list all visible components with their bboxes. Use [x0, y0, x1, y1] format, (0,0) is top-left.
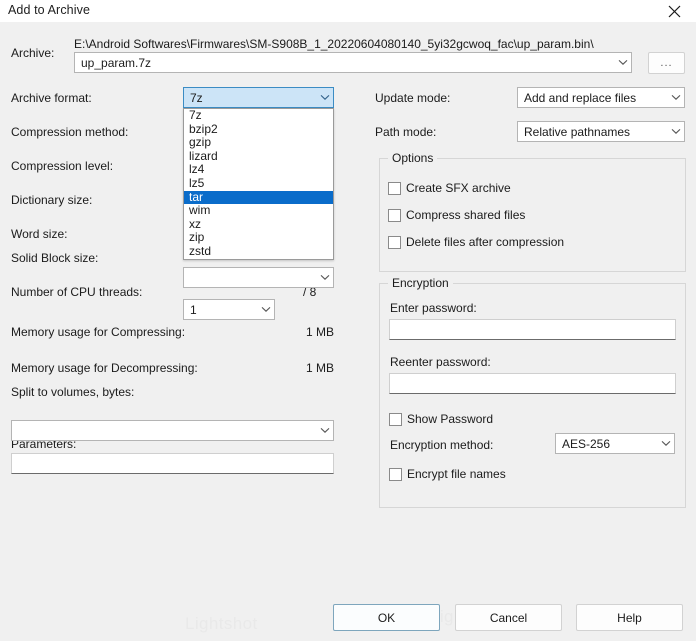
- solid-block-size-label: Solid Block size:: [11, 251, 99, 265]
- path-mode-combobox[interactable]: Relative pathnames: [517, 121, 685, 142]
- add-to-archive-dialog: Add to Archive Lightshot Lightshot Archi…: [0, 0, 696, 641]
- memory-compress-label: Memory usage for Compressing:: [11, 325, 186, 339]
- compression-method-label: Compression method:: [11, 125, 129, 139]
- dropdown-option-lz5[interactable]: lz5: [184, 176, 333, 191]
- update-mode-value: Add and replace files: [524, 90, 637, 105]
- update-mode-label: Update mode:: [375, 91, 451, 105]
- checkbox-box-icon: [388, 181, 401, 195]
- memory-decompress-value: 1 MB: [306, 361, 335, 375]
- ok-button[interactable]: OK: [333, 604, 440, 631]
- solid-block-size-combobox[interactable]: [183, 267, 334, 288]
- split-volumes-label: Split to volumes, bytes:: [11, 385, 135, 399]
- archive-format-combobox[interactable]: 7z: [183, 87, 334, 108]
- reenter-password-input[interactable]: [389, 373, 676, 394]
- dropdown-option-zstd[interactable]: zstd: [184, 244, 333, 259]
- memory-decompress-label: Memory usage for Decompressing:: [11, 361, 198, 375]
- encryption-method-combobox[interactable]: AES-256: [555, 433, 675, 454]
- checkbox-create-sfx-archive[interactable]: Create SFX archive: [388, 181, 511, 195]
- dropdown-option-gzip[interactable]: gzip: [184, 136, 333, 150]
- memory-compress-value: 1 MB: [306, 325, 335, 339]
- chevron-down-icon: [316, 94, 333, 101]
- watermark-secondary: Lightshot: [185, 614, 258, 633]
- checkbox-label: Create SFX archive: [406, 181, 511, 195]
- encryption-method-label: Encryption method:: [390, 438, 494, 452]
- checkbox-label: Show Password: [407, 412, 494, 426]
- browse-button[interactable]: ...: [648, 52, 685, 74]
- dropdown-option-bzip2[interactable]: bzip2: [184, 122, 333, 137]
- cpu-threads-value: 1: [190, 302, 197, 317]
- close-button[interactable]: [652, 0, 696, 22]
- dropdown-option-lz4[interactable]: lz4: [184, 163, 333, 177]
- options-group-title: Options: [388, 151, 438, 165]
- title-bar: Add to Archive: [0, 0, 696, 22]
- checkbox-compress-shared-files[interactable]: Compress shared files: [388, 208, 525, 222]
- dictionary-size-label: Dictionary size:: [11, 193, 93, 207]
- checkbox-box-icon: [389, 467, 402, 481]
- encryption-group-title: Encryption: [388, 276, 453, 290]
- checkbox-show-password[interactable]: Show Password: [389, 412, 493, 426]
- parameters-input[interactable]: [11, 453, 334, 474]
- path-mode-label: Path mode:: [375, 125, 437, 139]
- checkbox-box-icon: [389, 412, 402, 426]
- cpu-threads-combobox[interactable]: 1: [183, 299, 275, 320]
- dropdown-option-xz[interactable]: xz: [184, 217, 333, 232]
- chevron-down-icon: [657, 440, 674, 447]
- dialog-body: Lightshot Lightshot Archive: E:\Android …: [0, 22, 696, 641]
- checkbox-label: Delete files after compression: [406, 235, 565, 249]
- archive-name-value: up_param.7z: [81, 55, 152, 70]
- archive-label: Archive:: [11, 46, 55, 60]
- chevron-down-icon: [316, 274, 333, 281]
- archive-format-value: 7z: [190, 90, 203, 105]
- compression-level-label: Compression level:: [11, 159, 114, 173]
- chevron-down-icon: [257, 306, 274, 313]
- checkbox-box-icon: [388, 235, 401, 249]
- update-mode-combobox[interactable]: Add and replace files: [517, 87, 685, 108]
- enter-password-label: Enter password:: [390, 301, 477, 315]
- checkbox-label: Compress shared files: [406, 208, 526, 222]
- dropdown-option-lizard[interactable]: lizard: [184, 149, 333, 164]
- reenter-password-label: Reenter password:: [390, 355, 491, 369]
- archive-format-label: Archive format:: [11, 91, 92, 105]
- checkbox-delete-files-after-compression[interactable]: Delete files after compression: [388, 235, 564, 249]
- cancel-button[interactable]: Cancel: [455, 604, 562, 631]
- archive-path-text: E:\Android Softwares\Firmwares\SM-S908B_…: [74, 37, 594, 51]
- word-size-label: Word size:: [11, 227, 68, 241]
- dropdown-option-zip[interactable]: zip: [184, 231, 333, 245]
- path-mode-value: Relative pathnames: [524, 124, 631, 139]
- split-volumes-combobox[interactable]: [11, 420, 334, 441]
- dropdown-option-tar[interactable]: tar: [184, 190, 333, 205]
- chevron-down-icon: [316, 427, 333, 434]
- checkbox-box-icon: [388, 208, 401, 222]
- checkbox-encrypt-file-names[interactable]: Encrypt file names: [389, 467, 506, 481]
- chevron-down-icon: [614, 59, 631, 66]
- dropdown-option-wim[interactable]: wim: [184, 204, 333, 218]
- checkbox-label: Encrypt file names: [407, 467, 506, 481]
- cpu-threads-label: Number of CPU threads:: [11, 285, 143, 299]
- dropdown-option-7z[interactable]: 7z: [184, 108, 333, 123]
- archive-name-combobox[interactable]: up_param.7z: [74, 52, 632, 73]
- close-icon: [668, 5, 681, 18]
- window-title: Add to Archive: [8, 3, 91, 17]
- chevron-down-icon: [667, 94, 684, 101]
- help-button[interactable]: Help: [576, 604, 683, 631]
- enter-password-input[interactable]: [389, 319, 676, 340]
- chevron-down-icon: [667, 128, 684, 135]
- encryption-method-value: AES-256: [562, 436, 611, 451]
- archive-format-dropdown-list[interactable]: 7z bzip2 gzip lizard lz4 lz5 tar wim xz zip zstd: [183, 108, 334, 260]
